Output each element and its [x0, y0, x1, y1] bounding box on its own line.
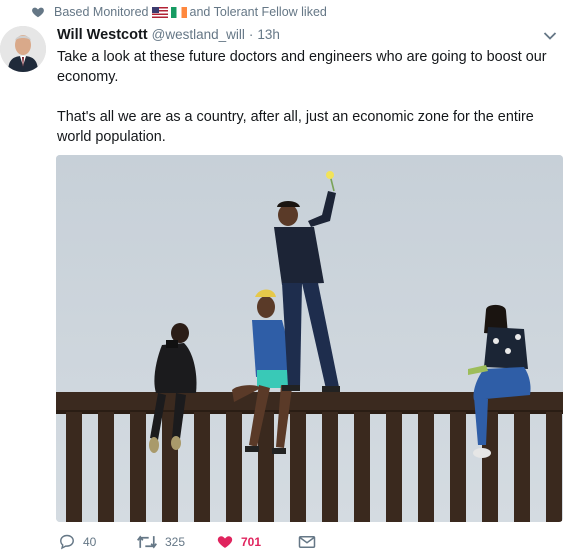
- like-button[interactable]: 701: [216, 533, 298, 550]
- tweet-text: Take a look at these future doctors and …: [57, 49, 547, 145]
- reply-count: 40: [83, 534, 97, 549]
- heart-filled-icon: [217, 536, 233, 548]
- reply-icon: [60, 534, 74, 550]
- author-name[interactable]: Will Westcott: [57, 27, 148, 43]
- retweet-icon: [137, 535, 157, 548]
- separator-dot: ·: [248, 27, 254, 42]
- tweet-actions: 40 325 701: [58, 533, 318, 550]
- reply-button[interactable]: 40: [58, 533, 136, 550]
- like-count: 701: [241, 534, 262, 549]
- social-context: Based Monitored and Tolerant Fellow like…: [32, 4, 327, 20]
- avatar-image: [0, 26, 46, 72]
- retweet-count: 325: [165, 534, 186, 549]
- direct-message-button[interactable]: [298, 534, 318, 550]
- ireland-flag-icon: [170, 6, 187, 18]
- retweet-button[interactable]: 325: [136, 534, 216, 550]
- chevron-down-icon[interactable]: [543, 31, 557, 41]
- us-flag-icon: [151, 6, 168, 18]
- photo-people-on-border-fence-icon: [56, 155, 563, 522]
- tweet-header: Will Westcott @westland_will · 13h: [57, 27, 280, 43]
- avatar[interactable]: [0, 26, 46, 72]
- social-context-user1[interactable]: Based Monitored: [54, 5, 149, 19]
- tweet-photo[interactable]: [56, 155, 563, 522]
- social-context-user2[interactable]: and Tolerant Fellow liked: [190, 5, 327, 19]
- envelope-icon: [298, 535, 316, 548]
- tweet-time[interactable]: 13h: [257, 27, 280, 42]
- heart-icon: [32, 7, 44, 18]
- author-handle[interactable]: @westland_will: [152, 27, 245, 42]
